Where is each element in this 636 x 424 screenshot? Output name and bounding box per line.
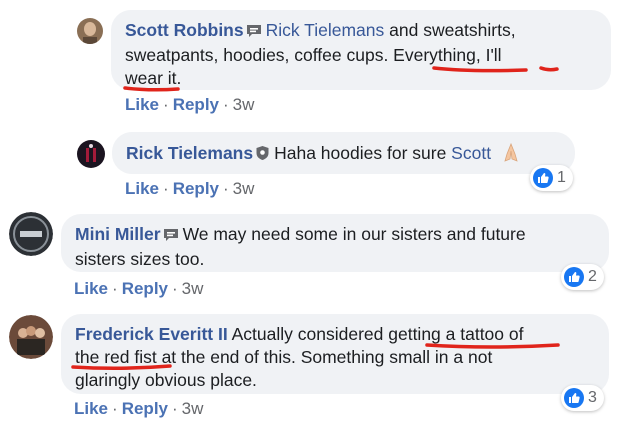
comment-text-line3: glaringly obvious place. — [75, 370, 257, 390]
comment-text: and sweatshirts, — [384, 20, 516, 40]
comment-text-line2: the red fist at the end of this. Somethi… — [75, 347, 493, 367]
timestamp[interactable]: 3w — [233, 179, 255, 198]
avatar-mini-miller[interactable] — [9, 212, 53, 256]
author-name[interactable]: Frederick Everitt II — [75, 324, 228, 344]
author-name[interactable]: Scott Robbins — [125, 20, 244, 40]
comment-text: Haha hoodies for sure — [274, 143, 452, 163]
comment-bubble-frederick: Frederick Everitt II Actually considered… — [61, 314, 609, 394]
mention-link[interactable]: Rick Tielemans — [266, 20, 385, 40]
thumbs-up-icon — [564, 267, 584, 287]
comment-actions: Like · Reply · 3w — [125, 179, 255, 198]
speech-bubble-badge-icon — [163, 225, 179, 248]
comment-actions: Like · Reply · 3w — [74, 279, 204, 298]
reaction-count-badge[interactable]: 1 — [530, 165, 573, 191]
avatar-frederick-everitt[interactable] — [9, 315, 53, 359]
timestamp[interactable]: 3w — [182, 399, 204, 418]
comment-text: Actually considered getting a tattoo of — [231, 324, 524, 344]
timestamp[interactable]: 3w — [233, 95, 255, 114]
mention-link[interactable]: Scott — [451, 143, 491, 163]
pray-emoji-icon — [500, 141, 522, 169]
speech-bubble-badge-icon — [246, 21, 262, 44]
reply-link[interactable]: Reply — [173, 179, 219, 198]
comment-text-line2: sweatpants, hoodies, coffee cups. Everyt… — [125, 45, 502, 65]
comment-actions: Like · Reply · 3w — [125, 95, 255, 114]
avatar-scott-robbins[interactable] — [77, 18, 103, 44]
reaction-count: 2 — [588, 268, 597, 285]
reaction-count: 1 — [557, 169, 566, 186]
comment-actions: Like · Reply · 3w — [74, 399, 204, 418]
comment-text: We may need some in our sisters and futu… — [182, 224, 526, 244]
like-link[interactable]: Like — [125, 179, 159, 198]
thumbs-up-icon — [564, 388, 584, 408]
like-link[interactable]: Like — [125, 95, 159, 114]
comment-text-line2: sisters sizes too. — [75, 249, 205, 269]
shield-badge-icon — [255, 144, 270, 167]
avatar-rick-tielemans[interactable] — [77, 140, 105, 168]
like-link[interactable]: Like — [74, 399, 108, 418]
like-link[interactable]: Like — [74, 279, 108, 298]
comment-text-line3: wear it. — [125, 68, 182, 88]
reply-link[interactable]: Reply — [173, 95, 219, 114]
reply-link[interactable]: Reply — [122, 279, 168, 298]
thumbs-up-icon — [533, 168, 553, 188]
comment-bubble-rick: Rick Tielemans Haha hoodies for sure Scot… — [112, 132, 575, 174]
timestamp[interactable]: 3w — [182, 279, 204, 298]
comment-bubble-scott: Scott Robbins Rick Tielemans and sweatshi… — [111, 10, 611, 90]
reply-link[interactable]: Reply — [122, 399, 168, 418]
reaction-count-badge[interactable]: 2 — [561, 264, 604, 290]
comment-bubble-mini: Mini Miller We may need some in our siste… — [61, 214, 609, 272]
author-name[interactable]: Rick Tielemans — [126, 143, 253, 163]
reaction-count-badge[interactable]: 3 — [561, 385, 604, 411]
reaction-count: 3 — [588, 389, 597, 406]
author-name[interactable]: Mini Miller — [75, 224, 161, 244]
